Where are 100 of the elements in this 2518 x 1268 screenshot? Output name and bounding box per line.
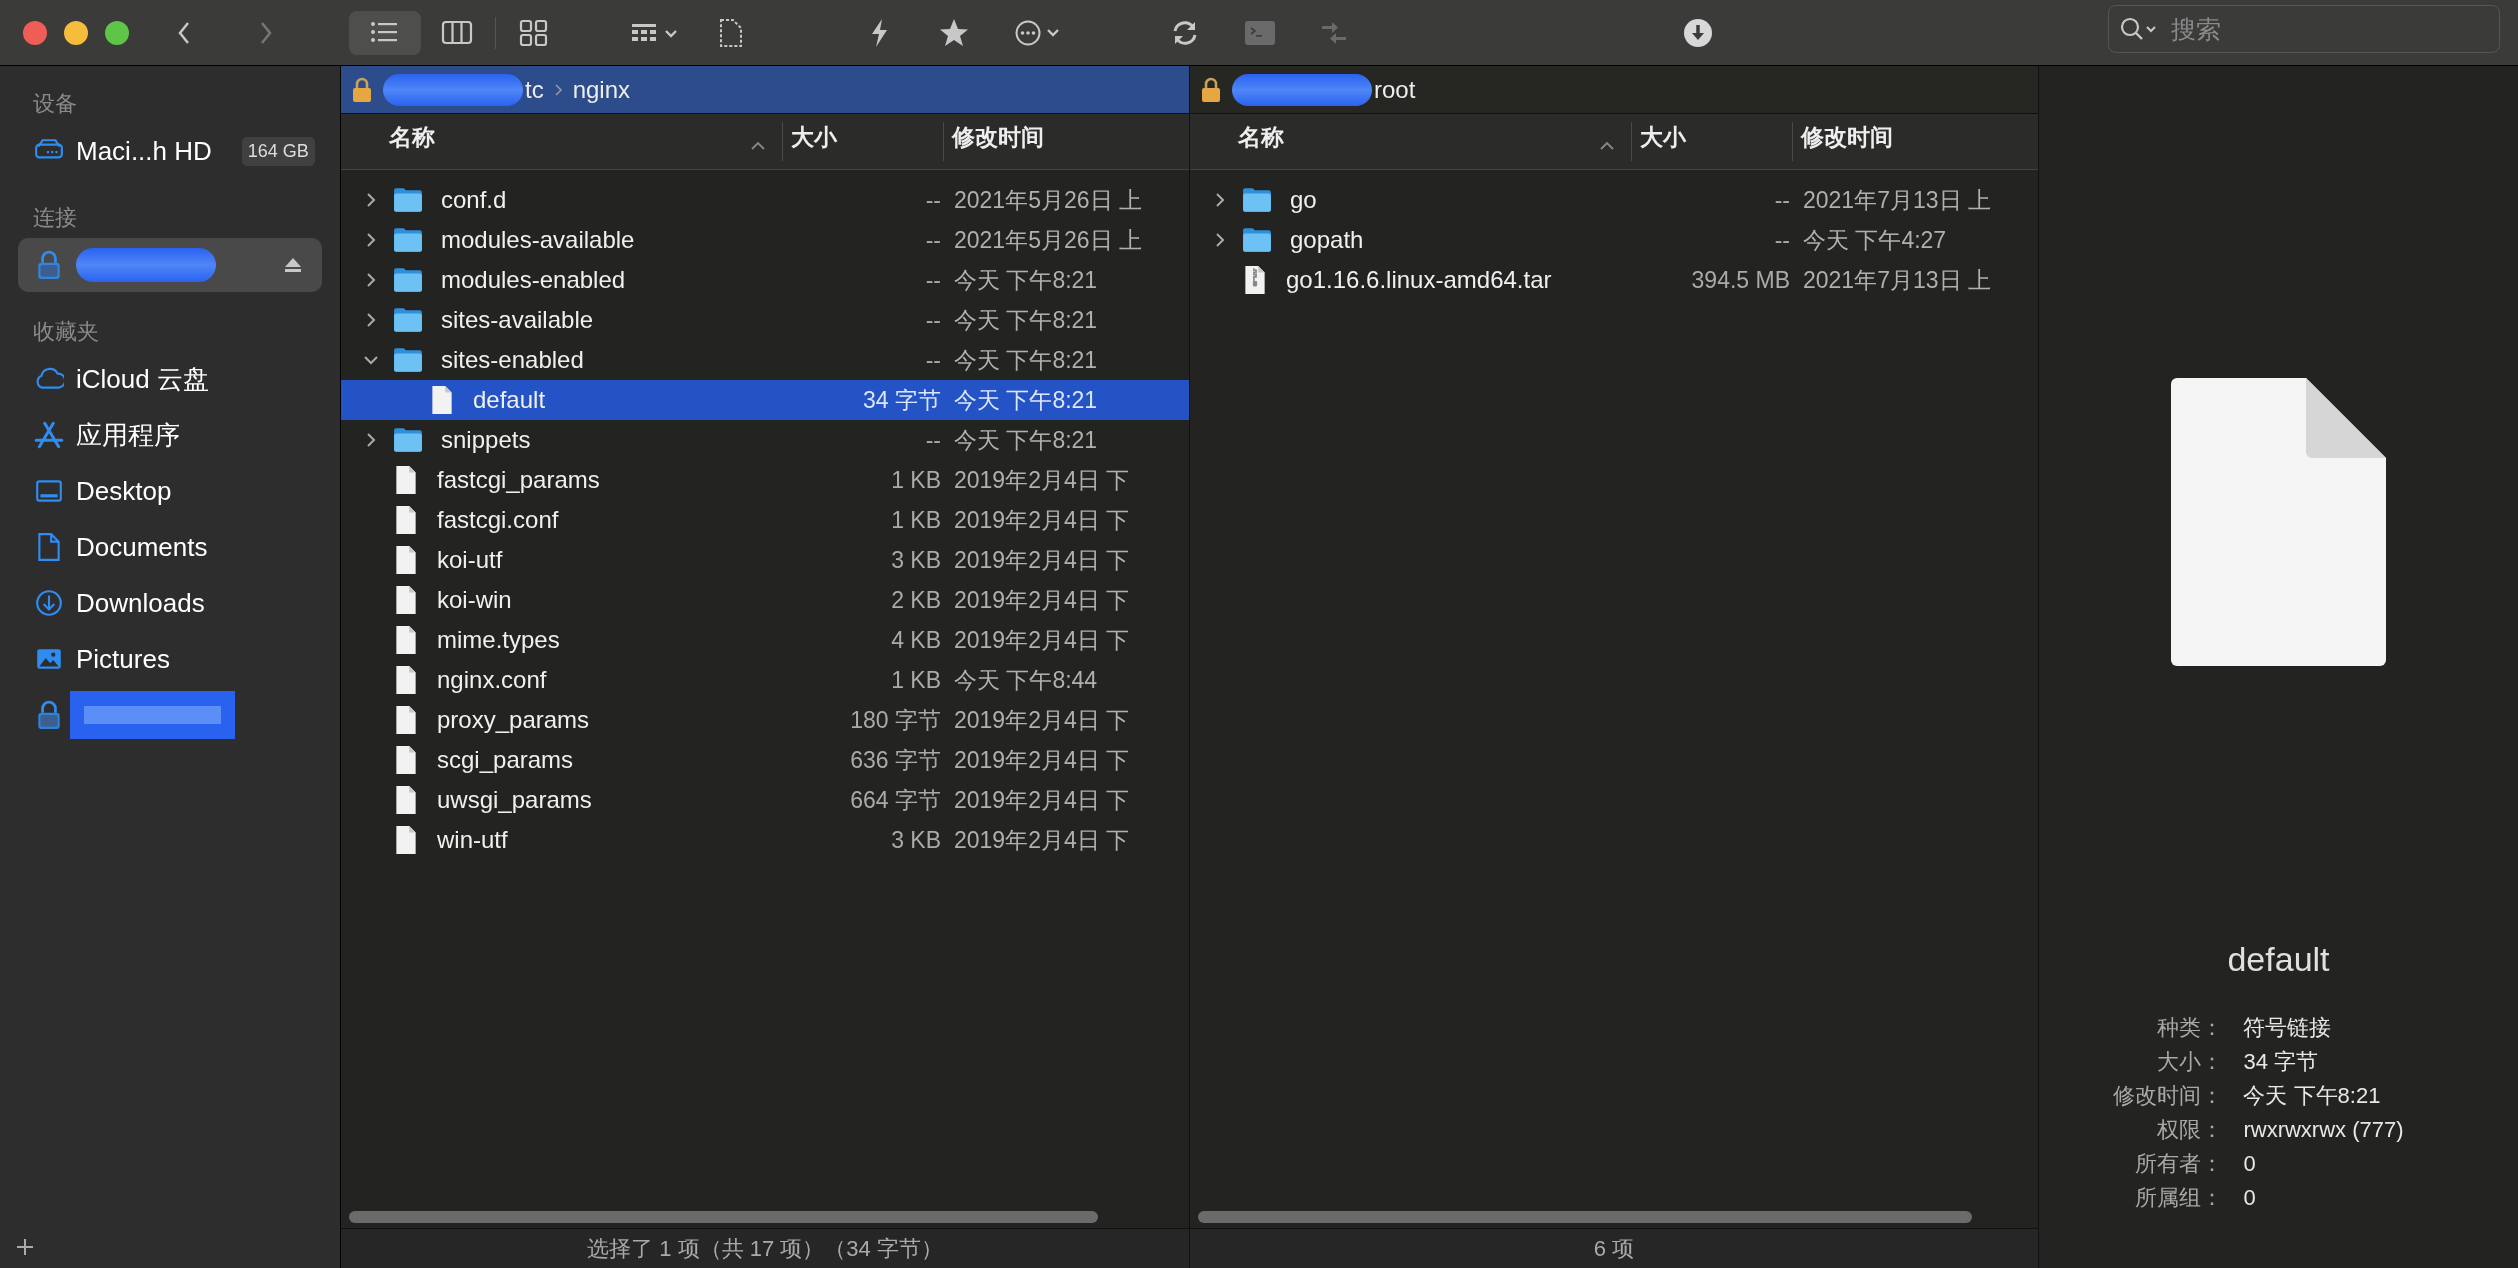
sidebar-item[interactable]: Downloads bbox=[18, 576, 322, 630]
file-row[interactable]: nginx.conf 1 KB 今天 下午8:44 bbox=[341, 660, 1189, 700]
column-header[interactable]: 修改时间 bbox=[943, 122, 1189, 161]
property-label: 所属组： bbox=[2134, 1184, 2224, 1212]
property-label: 所有者： bbox=[2134, 1150, 2224, 1178]
star-icon[interactable] bbox=[939, 17, 969, 48]
modified-date: 2019年2月4日 下 bbox=[954, 506, 1130, 533]
file-row[interactable]: gopath -- 今天 下午4:27 bbox=[1190, 220, 2038, 260]
modified-date: 2021年7月13日 上 bbox=[1803, 266, 1991, 293]
file-icon bbox=[393, 505, 419, 535]
file-size: 3 KB bbox=[891, 545, 941, 575]
modified-date: 今天 下午8:21 bbox=[954, 266, 1098, 293]
capacity-badge: 164 GB bbox=[241, 136, 315, 166]
file-row[interactable]: proxy_params 180 字节 2019年2月4日 下 bbox=[341, 700, 1189, 740]
search-field[interactable]: 搜索 bbox=[2108, 5, 2500, 53]
file-row[interactable]: modules-enabled -- 今天 下午8:21 bbox=[341, 260, 1189, 300]
file-row[interactable]: default 34 字节 今天 下午8:21 bbox=[341, 380, 1189, 420]
file-name: modules-available bbox=[441, 225, 635, 255]
column-header[interactable]: 大小 bbox=[782, 122, 943, 161]
preview-title: default bbox=[2227, 939, 2330, 980]
list-view-button[interactable] bbox=[349, 10, 421, 55]
modified-date: 2021年7月13日 上 bbox=[1803, 186, 1991, 213]
file-name: scgi_params bbox=[437, 745, 574, 775]
column-header[interactable]: 大小 bbox=[1631, 122, 1792, 161]
section-title: 收藏夹 bbox=[32, 318, 100, 346]
file-size: -- bbox=[925, 425, 941, 455]
sidebar-item[interactable] bbox=[18, 238, 322, 292]
file-name: nginx.conf bbox=[437, 665, 547, 695]
file-size: 664 字节 bbox=[850, 785, 941, 815]
status-text: 6 项 bbox=[1593, 1235, 1635, 1263]
file-size: 4 KB bbox=[891, 625, 941, 655]
sidebar-label: iCloud 云盘 bbox=[76, 362, 209, 396]
grid-view-icon bbox=[518, 17, 550, 48]
file-row[interactable]: sites-enabled -- 今天 下午8:21 bbox=[341, 340, 1189, 380]
column-header[interactable]: 名称 bbox=[341, 114, 782, 169]
file-row[interactable]: go -- 2021年7月13日 上 bbox=[1190, 180, 2038, 220]
document-icon bbox=[2171, 378, 2386, 666]
modified-date: 2019年2月4日 下 bbox=[954, 546, 1130, 573]
file-row[interactable]: snippets -- 今天 下午8:21 bbox=[341, 420, 1189, 460]
scrollbar-thumb[interactable] bbox=[349, 1211, 1098, 1223]
file-row[interactable]: conf.d -- 2021年5月26日 上 bbox=[341, 180, 1189, 220]
column-header[interactable]: 修改时间 bbox=[1792, 122, 2038, 161]
property-value: 符号链接 bbox=[2243, 1014, 2333, 1042]
add-icon[interactable] bbox=[16, 1238, 34, 1256]
close-button[interactable] bbox=[23, 20, 47, 45]
download-icon[interactable] bbox=[1683, 17, 1713, 48]
sidebar-item[interactable]: Pictures bbox=[18, 632, 322, 686]
sidebar-item[interactable]: iCloud 云盘 bbox=[18, 352, 322, 406]
file-row[interactable]: fastcgi_params 1 KB 2019年2月4日 下 bbox=[341, 460, 1189, 500]
column-header[interactable]: 名称 bbox=[1190, 114, 1631, 169]
folder-icon bbox=[1242, 186, 1272, 214]
property-label: 修改时间： bbox=[2113, 1082, 2224, 1110]
section-title: 连接 bbox=[32, 204, 78, 232]
file-name: gopath bbox=[1290, 225, 1364, 255]
modified-date: 2019年2月4日 下 bbox=[954, 706, 1130, 733]
scrollbar-thumb[interactable] bbox=[1198, 1211, 1972, 1223]
path-segment[interactable]: tc bbox=[525, 71, 544, 108]
sidebar-item[interactable]: Documents bbox=[18, 520, 322, 574]
file-icon bbox=[393, 625, 419, 655]
folder-icon bbox=[393, 266, 423, 294]
file-row[interactable]: mime.types 4 KB 2019年2月4日 下 bbox=[341, 620, 1189, 660]
file-row[interactable]: modules-available -- 2021年5月26日 上 bbox=[341, 220, 1189, 260]
file-size: -- bbox=[925, 305, 941, 335]
file-icon bbox=[393, 745, 419, 775]
path-segment[interactable]: nginx bbox=[572, 71, 631, 108]
modified-date: 2021年5月26日 上 bbox=[954, 226, 1142, 253]
eject-icon[interactable] bbox=[284, 257, 302, 273]
folder-icon bbox=[393, 226, 423, 254]
file-size: 180 字节 bbox=[850, 705, 941, 735]
file-row[interactable]: koi-utf 3 KB 2019年2月4日 下 bbox=[341, 540, 1189, 580]
sidebar-label: Desktop bbox=[76, 474, 172, 508]
sidebar-item[interactable]: 应用程序 bbox=[18, 408, 322, 462]
file-name: koi-utf bbox=[437, 545, 503, 575]
modified-date: 2021年5月26日 上 bbox=[954, 186, 1142, 213]
file-icon bbox=[393, 665, 419, 695]
more-menu-icon[interactable] bbox=[1014, 18, 1060, 47]
lightning-icon[interactable] bbox=[869, 17, 889, 48]
file-name: win-utf bbox=[437, 825, 508, 855]
file-size: -- bbox=[925, 345, 941, 375]
sidebar-item[interactable]: Desktop bbox=[18, 464, 322, 518]
file-name: default bbox=[473, 385, 546, 415]
file-size: 34 字节 bbox=[863, 385, 941, 415]
modified-date: 2019年2月4日 下 bbox=[954, 746, 1130, 773]
new-file-icon[interactable] bbox=[718, 17, 744, 48]
minimize-button[interactable] bbox=[64, 20, 88, 45]
sidebar-item[interactable]: Maci...h HD 164 GB bbox=[18, 124, 322, 178]
file-row[interactable]: koi-win 2 KB 2019年2月4日 下 bbox=[341, 580, 1189, 620]
file-row[interactable]: win-utf 3 KB 2019年2月4日 下 bbox=[341, 820, 1189, 860]
file-row[interactable]: uwsgi_params 664 字节 2019年2月4日 下 bbox=[341, 780, 1189, 820]
file-size: 1 KB bbox=[891, 465, 941, 495]
path-segment[interactable]: root bbox=[1374, 71, 1416, 108]
file-row[interactable]: go1.16.6.linux-amd64.tar 394.5 MB 2021年7月13日 上 bbox=[1190, 260, 2038, 300]
file-row[interactable]: fastcgi.conf 1 KB 2019年2月4日 下 bbox=[341, 500, 1189, 540]
zoom-button[interactable] bbox=[105, 20, 129, 45]
file-row[interactable]: scgi_params 636 字节 2019年2月4日 下 bbox=[341, 740, 1189, 780]
chevron-icon bbox=[553, 82, 563, 97]
file-name: conf.d bbox=[441, 185, 507, 215]
sort-caret-icon bbox=[1599, 139, 1615, 152]
file-icon bbox=[393, 545, 419, 575]
file-row[interactable]: sites-available -- 今天 下午8:21 bbox=[341, 300, 1189, 340]
